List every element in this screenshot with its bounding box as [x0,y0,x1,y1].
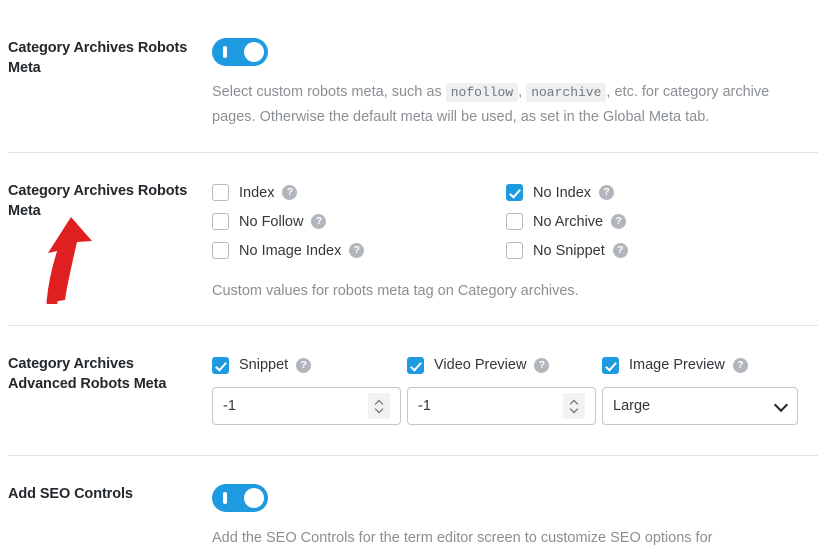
setting-row-category-archives-robots-meta-checkboxes: Category Archives Robots Meta Index ? No… [0,153,826,304]
row-label: Category Archives Advanced Robots Meta [8,356,167,392]
code-chip-noarchive: noarchive [526,83,607,102]
help-icon[interactable]: ? [534,357,550,373]
checkbox-no-index[interactable] [506,184,523,201]
number-stepper[interactable] [368,393,390,419]
setting-row-category-archives-robots-meta-toggle: Category Archives Robots Meta Select cus… [0,0,826,130]
checkbox-label: Video Preview [434,357,527,373]
add-seo-controls-toggle[interactable] [212,484,268,512]
help-icon[interactable]: ? [296,357,312,373]
control-header: Video Preview ? [407,354,596,376]
checkbox-no-snippet[interactable] [506,242,523,259]
advanced-control-video-preview: Video Preview ? -1 [407,354,596,425]
toggle-knob [244,42,264,62]
row-body: Add the SEO Controls for the term editor… [204,484,818,551]
row-label: Category Archives Robots Meta [8,183,188,219]
help-icon[interactable]: ? [732,357,748,373]
chevron-down-icon[interactable] [376,408,383,412]
setting-row-add-seo-controls: Add SEO Controls Add the SEO Controls fo… [0,456,826,551]
help-icon[interactable]: ? [282,185,298,200]
row-label: Category Archives Robots Meta [8,40,188,76]
help-icon[interactable]: ? [349,243,365,258]
checkbox-row-no-snippet[interactable]: No Snippet ? [506,239,818,262]
advanced-robots-controls: Snippet ? -1 Video Preview ? -1 Image Pr… [212,354,818,425]
chevron-down-icon[interactable] [775,400,787,412]
code-chip-nofollow: nofollow [445,83,519,102]
checkbox-video-preview[interactable] [407,356,424,374]
category-archives-robots-meta-toggle[interactable] [212,38,268,66]
checkbox-label: No Follow [239,213,304,230]
checkbox-image-preview[interactable] [602,356,619,374]
desc-text-2: , [518,84,527,100]
checkbox-row-no-image-index[interactable]: No Image Index ? [212,239,506,262]
row-description: Add the SEO Controls for the term editor… [212,530,713,546]
checkbox-row-no-archive[interactable]: No Archive ? [506,210,818,233]
row-body: Select custom robots meta, such as nofol… [204,38,818,130]
input-value: -1 [223,398,236,414]
video-preview-number-input[interactable]: -1 [407,387,596,425]
desc-text-1: Select custom robots meta, such as [212,84,446,100]
row-description: Select custom robots meta, such as nofol… [212,80,812,130]
checkbox-no-follow[interactable] [212,213,229,230]
checkbox-row-no-index[interactable]: No Index ? [506,181,818,204]
robots-meta-checkbox-grid: Index ? No Index ? No Follow ? No Archiv… [212,181,818,262]
checkbox-label: Index [239,184,275,201]
checkbox-label: No Archive [533,213,604,230]
image-preview-select[interactable]: Large [602,387,798,425]
checkbox-row-index[interactable]: Index ? [212,181,506,204]
toggle-bar-icon [223,46,227,58]
number-stepper[interactable] [563,393,585,419]
checkbox-snippet[interactable] [212,356,229,374]
help-icon[interactable]: ? [612,243,628,258]
row-body: Index ? No Index ? No Follow ? No Archiv… [204,181,818,304]
row-body: Snippet ? -1 Video Preview ? -1 Image Pr… [204,354,818,425]
chevron-down-icon[interactable] [571,408,578,412]
help-icon[interactable]: ? [599,185,615,200]
row-description: Custom values for robots meta tag on Cat… [212,283,579,299]
help-icon[interactable]: ? [611,214,627,229]
toggle-bar-icon [223,492,227,504]
advanced-control-image-preview: Image Preview ? Large [602,354,798,425]
row-label: Add SEO Controls [8,486,133,502]
advanced-control-snippet: Snippet ? -1 [212,354,401,425]
select-value: Large [613,398,651,414]
control-header: Image Preview ? [602,354,798,376]
checkbox-label: Snippet [239,357,289,373]
checkbox-label: No Index [533,184,592,201]
snippet-number-input[interactable]: -1 [212,387,401,425]
checkbox-label: No Image Index [239,242,342,259]
control-header: Snippet ? [212,354,401,376]
checkbox-no-image-index[interactable] [212,242,229,259]
input-value: -1 [418,398,431,414]
help-icon[interactable]: ? [311,214,327,229]
setting-row-category-archives-advanced-robots-meta: Category Archives Advanced Robots Meta S… [0,326,826,425]
checkbox-row-no-follow[interactable]: No Follow ? [212,210,506,233]
settings-page: Category Archives Robots Meta Select cus… [0,0,826,560]
toggle-knob [244,488,264,508]
checkbox-label: No Snippet [533,242,605,259]
checkbox-index[interactable] [212,184,229,201]
checkbox-no-archive[interactable] [506,213,523,230]
checkbox-label: Image Preview [629,357,725,373]
